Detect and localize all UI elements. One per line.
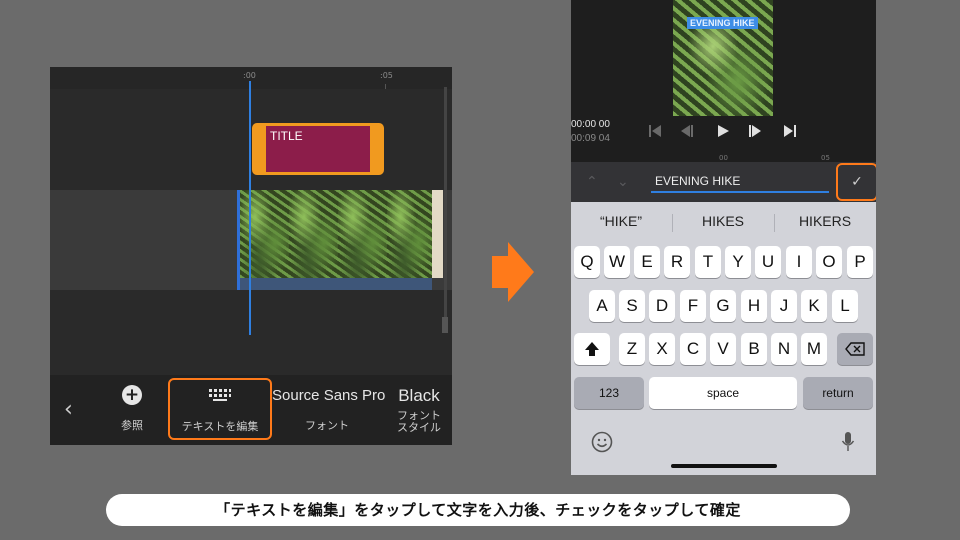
font-style-label: フォント スタイル — [388, 410, 450, 434]
shift-arrow-icon — [585, 342, 599, 356]
video-thumbnail — [289, 190, 339, 278]
suggestion-item[interactable]: “HIKE” — [571, 213, 671, 229]
key-j[interactable]: J — [771, 290, 797, 322]
video-clip-start-handle[interactable] — [237, 190, 240, 290]
timeline-scroll-thumb[interactable] — [442, 317, 448, 333]
key-k[interactable]: K — [801, 290, 827, 322]
on-screen-keyboard: “HIKE” HIKES HIKERS Q W E R T Y U I O P … — [571, 202, 876, 475]
key-o[interactable]: O — [816, 246, 842, 278]
key-r[interactable]: R — [664, 246, 690, 278]
key-p[interactable]: P — [847, 246, 873, 278]
skip-to-end-icon[interactable] — [782, 123, 798, 139]
key-t[interactable]: T — [695, 246, 721, 278]
font-style-button[interactable]: Black フォント スタイル — [388, 375, 450, 445]
ruler-label-5: :05 — [380, 71, 393, 80]
title-text-input[interactable] — [651, 171, 829, 193]
empty-track — [50, 291, 452, 375]
font-style-label-line2: スタイル — [397, 421, 441, 434]
home-indicator[interactable] — [671, 464, 777, 468]
space-key[interactable]: space — [649, 377, 797, 409]
key-d[interactable]: D — [649, 290, 675, 322]
key-c[interactable]: C — [680, 333, 706, 365]
chevron-left-icon[interactable]: ‹ — [64, 397, 73, 422]
checkmark-icon: ✓ — [851, 174, 863, 190]
return-key[interactable]: return — [803, 377, 873, 409]
confirm-button[interactable]: ✓ — [836, 163, 876, 201]
font-button[interactable]: Source Sans Pro フォント — [272, 375, 386, 445]
preview-title-text: EVENING HIKE — [687, 17, 758, 29]
key-s[interactable]: S — [619, 290, 645, 322]
video-clip-end-handle[interactable] — [432, 190, 443, 278]
chevron-down-icon[interactable]: ⌄ — [617, 174, 629, 190]
title-clip-body: TITLE — [266, 126, 370, 172]
audio-waveform-bar — [237, 278, 432, 290]
key-z[interactable]: Z — [619, 333, 645, 365]
key-l[interactable]: L — [832, 290, 858, 322]
edit-text-button[interactable]: テキストを編集 — [168, 378, 272, 440]
font-name: Source Sans Pro — [272, 387, 386, 404]
key-f[interactable]: F — [680, 290, 706, 322]
timeline-panel: :00 :05 TITLE ‹ + 参照 テキストを編集 Source Sans… — [50, 67, 452, 445]
mini-ruler-label: 05 — [821, 154, 830, 162]
key-q[interactable]: Q — [574, 246, 600, 278]
play-icon[interactable] — [715, 123, 731, 139]
numbers-key[interactable]: 123 — [574, 377, 644, 409]
video-clip[interactable] — [237, 190, 443, 290]
shift-key[interactable] — [574, 333, 610, 365]
key-h[interactable]: H — [741, 290, 767, 322]
current-time: 00:00 00 — [571, 119, 610, 130]
timeline-scrollbar[interactable] — [444, 87, 447, 327]
key-i[interactable]: I — [786, 246, 812, 278]
edit-text-label: テキストを編集 — [181, 420, 259, 433]
video-thumbnail — [240, 190, 290, 278]
key-v[interactable]: V — [710, 333, 736, 365]
microphone-icon[interactable] — [841, 431, 855, 453]
skip-to-start-icon[interactable] — [647, 123, 663, 139]
key-m[interactable]: M — [801, 333, 827, 365]
plus-circle-icon: + — [122, 385, 142, 405]
playhead[interactable] — [249, 81, 251, 335]
suggestion-item[interactable]: HIKERS — [775, 213, 875, 229]
title-clip-label: TITLE — [270, 129, 303, 143]
browse-label: 参照 — [121, 419, 143, 432]
key-b[interactable]: B — [741, 333, 767, 365]
key-u[interactable]: U — [755, 246, 781, 278]
key-x[interactable]: X — [649, 333, 675, 365]
video-thumbnail — [387, 190, 432, 278]
suggestion-item[interactable]: HIKES — [673, 213, 773, 229]
key-e[interactable]: E — [634, 246, 660, 278]
video-thumbnail — [338, 190, 388, 278]
key-w[interactable]: W — [604, 246, 630, 278]
mini-ruler-label: 00 — [719, 154, 728, 162]
keyboard-icon — [209, 389, 231, 401]
phone-screen: EVENING HIKE 00:00 00 00:09 04 00 05 ⌃ ⌄… — [571, 0, 876, 475]
video-preview[interactable]: EVENING HIKE — [673, 0, 773, 116]
key-n[interactable]: N — [771, 333, 797, 365]
chevron-up-icon[interactable]: ⌃ — [586, 174, 598, 190]
arrow-right-icon — [492, 242, 534, 302]
font-style-name: Black — [398, 386, 440, 405]
title-clip[interactable]: TITLE — [252, 123, 384, 175]
timeline-ruler[interactable]: :00 :05 — [50, 67, 452, 89]
instruction-caption: 「テキストを編集」をタップして文字を入力後、チェックをタップして確定 — [106, 494, 850, 526]
key-g[interactable]: G — [710, 290, 736, 322]
key-a[interactable]: A — [589, 290, 615, 322]
total-time: 00:09 04 — [571, 133, 610, 144]
text-toolbar: ‹ + 参照 テキストを編集 Source Sans Pro フォント Blac… — [50, 375, 452, 445]
previous-frame-icon[interactable] — [679, 123, 695, 139]
key-y[interactable]: Y — [725, 246, 751, 278]
browse-button[interactable]: + 参照 — [110, 375, 154, 445]
emoji-icon[interactable] — [591, 431, 613, 453]
text-edit-bar: ⌃ ⌄ ✓ — [571, 162, 876, 202]
font-label: フォント — [305, 419, 349, 432]
backspace-icon — [845, 342, 865, 356]
title-track: TITLE — [50, 89, 452, 189]
next-frame-icon[interactable] — [747, 123, 763, 139]
backspace-key[interactable] — [837, 333, 873, 365]
autocomplete-bar: “HIKE” HIKES HIKERS — [571, 210, 876, 236]
ruler-label-0: :00 — [243, 71, 256, 80]
